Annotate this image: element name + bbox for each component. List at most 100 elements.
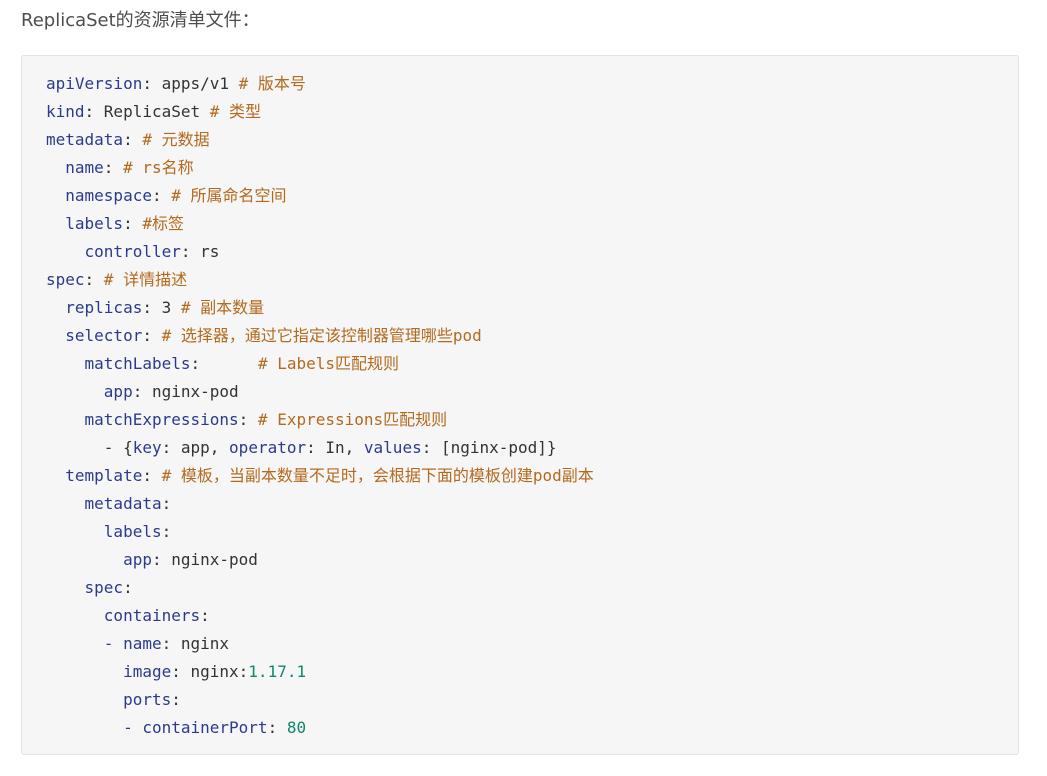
code-text: : — [161, 522, 172, 541]
code-line: matchExpressions: # Expressions匹配规则 — [46, 406, 594, 434]
code-text: : nginx: — [171, 662, 249, 681]
code-comment: # 元数据 — [142, 130, 210, 149]
code-key: labels — [65, 214, 124, 233]
code-key: spec — [84, 578, 124, 597]
code-text: - { — [46, 438, 133, 457]
code-text: : — [151, 186, 172, 205]
code-key: ports — [123, 690, 172, 709]
code-comment: # 详情描述 — [103, 270, 188, 289]
code-text: : — [84, 270, 104, 289]
code-key: template — [65, 466, 143, 485]
code-text: : — [238, 410, 258, 429]
code-comment: # 版本号 — [238, 74, 306, 93]
intro-text: ReplicaSet的资源清单文件： — [21, 10, 260, 31]
code-line: kind: ReplicaSet # 类型 — [46, 98, 594, 126]
code-key: apiVersion — [46, 74, 143, 93]
code-line: ports: — [46, 686, 594, 714]
code-block: apiVersion: apps/v1 # 版本号 kind: ReplicaSe… — [21, 55, 1019, 755]
code-line: selector: # 选择器，通过它指定该控制器管理哪些pod — [46, 322, 594, 350]
code-comment: # Labels匹配规则 — [257, 354, 400, 373]
code-line: spec: # 详情描述 — [46, 266, 594, 294]
code-line: namespace: # 所属命名空间 — [46, 182, 594, 210]
code-text: : nginx — [161, 634, 230, 653]
code-line: name: # rs名称 — [46, 154, 594, 182]
code-key: app — [103, 382, 133, 401]
code-line: labels: #标签 — [46, 210, 594, 238]
code-text: : — [123, 214, 143, 233]
code-line: template: # 模板，当副本数量不足时，会根据下面的模板创建pod副本 — [46, 462, 594, 490]
code-comment: # Expressions匹配规则 — [257, 410, 448, 429]
code-key: labels — [103, 522, 162, 541]
code-comment: # 类型 — [209, 102, 262, 121]
code-text: : — [103, 158, 124, 177]
code-number: 1.17.1 — [248, 662, 307, 681]
code-text: : — [171, 690, 181, 709]
code-comment: # rs名称 — [123, 158, 194, 177]
code-text: : nginx-pod — [132, 382, 239, 401]
code-key: name — [65, 158, 104, 177]
code-key: containers — [103, 606, 201, 625]
code-line: metadata: # 元数据 — [46, 126, 594, 154]
code-line: - containerPort: 80 — [46, 714, 594, 742]
code-text: : nginx-pod — [151, 550, 258, 569]
code-line: spec: — [46, 574, 594, 602]
code-key: metadata — [84, 494, 162, 513]
code-text: : apps/v1 — [142, 74, 239, 93]
code-comment: # 副本数量 — [180, 298, 265, 317]
code-key: metadata — [46, 130, 124, 149]
code-comment: # 模板，当副本数量不足时，会根据下面的模板创建pod副本 — [161, 466, 594, 485]
code-line: replicas: 3 # 副本数量 — [46, 294, 594, 322]
code-text: : — [123, 130, 143, 149]
code-line: app: nginx-pod — [46, 378, 594, 406]
code-line: app: nginx-pod — [46, 546, 594, 574]
code-text: : app, — [161, 438, 230, 457]
code-key: operator — [229, 438, 307, 457]
code-line: labels: — [46, 518, 594, 546]
code-key: key — [132, 438, 162, 457]
code-line: matchLabels: # Labels匹配规则 — [46, 350, 594, 378]
code-line: apiVersion: apps/v1 # 版本号 — [46, 70, 594, 98]
code-text: : — [190, 354, 258, 373]
code-line: - name: nginx — [46, 630, 594, 658]
code-text: : — [267, 718, 287, 737]
code-key: app — [123, 550, 152, 569]
code-key: - name — [103, 634, 162, 653]
code-key: matchLabels — [84, 354, 191, 373]
code-key: matchExpressions — [84, 410, 239, 429]
code-line: image: nginx:1.17.1 — [46, 658, 594, 686]
code-key: kind — [46, 102, 85, 121]
code-comment: #标签 — [142, 214, 184, 233]
code-comment: # 选择器，通过它指定该控制器管理哪些pod — [161, 326, 482, 345]
code-line: controller: rs — [46, 238, 594, 266]
code-key: spec — [46, 270, 85, 289]
code-text: : In, — [306, 438, 364, 457]
code-key: image — [123, 662, 172, 681]
code-text: : — [123, 578, 133, 597]
code-text: : — [142, 466, 162, 485]
code-text: : 3 — [142, 298, 181, 317]
code-text: : rs — [180, 242, 220, 261]
code-text: : [nginx-pod]} — [421, 438, 557, 457]
code-lines: apiVersion: apps/v1 # 版本号 kind: ReplicaSe… — [46, 70, 594, 742]
code-text: : — [142, 326, 162, 345]
code-key: namespace — [65, 186, 152, 205]
code-key: values — [363, 438, 422, 457]
